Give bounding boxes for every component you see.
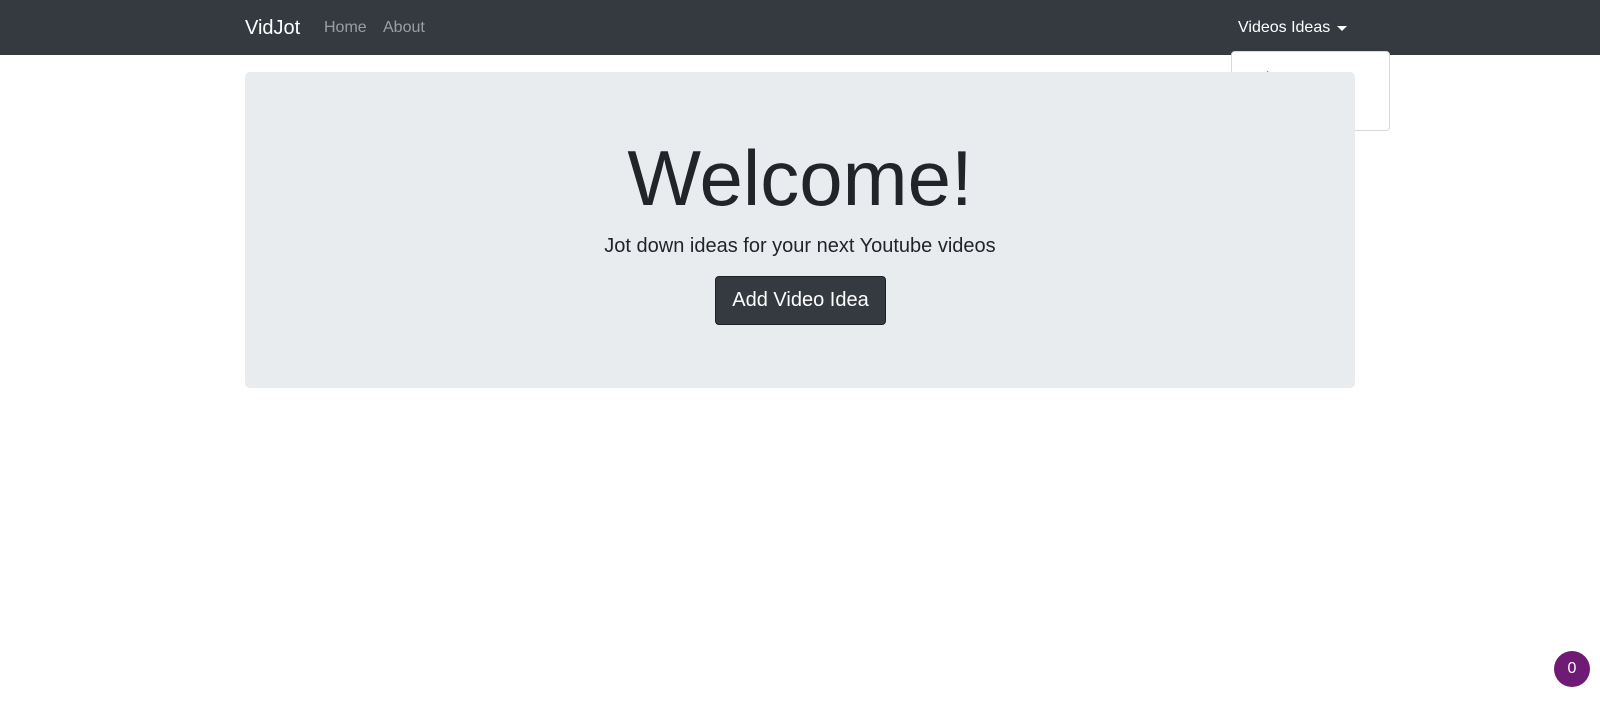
dropdown-toggle-label: Videos Ideas [1238, 19, 1331, 36]
welcome-tagline: Jot down ideas for your next Youtube vid… [604, 235, 996, 257]
welcome-heading: Welcome! [627, 134, 973, 222]
nav-link-home[interactable]: Home [324, 18, 367, 38]
floating-counter-badge[interactable]: 0 [1554, 651, 1590, 687]
add-video-idea-button[interactable]: Add Video Idea [715, 276, 886, 325]
brand-logo-link[interactable]: VidJot [245, 15, 300, 41]
videos-ideas-dropdown-toggle[interactable]: Videos Ideas [1238, 18, 1348, 38]
welcome-jumbotron: Welcome! Jot down ideas for your next Yo… [245, 72, 1355, 388]
nav-link-about[interactable]: About [383, 18, 425, 38]
caret-down-icon [1337, 26, 1348, 31]
top-navbar: VidJot Home About Videos Ideas [0, 0, 1600, 55]
